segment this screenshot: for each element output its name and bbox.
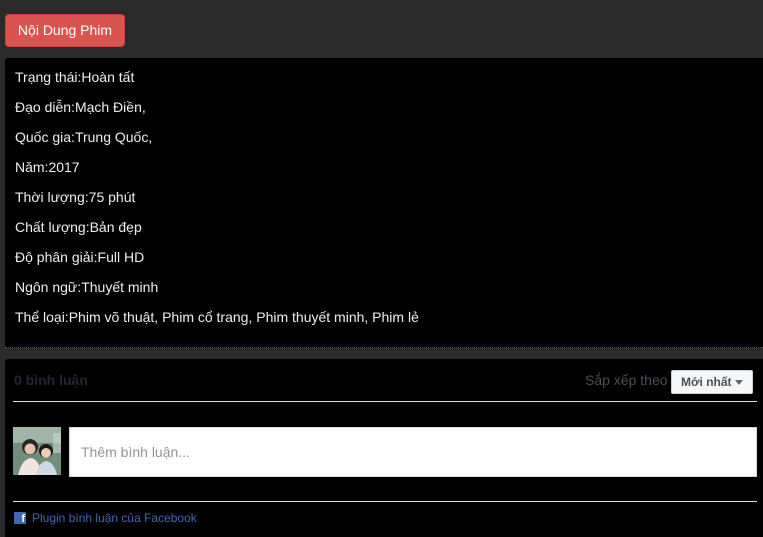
info-value: 75 phút [88, 189, 136, 205]
comment-input[interactable] [69, 427, 757, 477]
info-label: Ngôn ngữ: [15, 279, 82, 295]
divider [13, 501, 757, 502]
movie-info-panel: Trạng thái:Hoàn tất Đạo diễn:Mạch Điền, … [5, 58, 763, 348]
sort-dropdown[interactable]: Mới nhất [671, 370, 753, 394]
avatar [13, 427, 61, 475]
sort-selected-value: Mới nhất [681, 375, 732, 389]
info-label: Trạng thái: [15, 69, 82, 85]
info-quality: Chất lượng:Bản đẹp [15, 219, 142, 235]
info-country: Quốc gia:Trung Quốc, [15, 129, 152, 145]
info-duration: Thời lượng:75 phút [15, 189, 135, 205]
info-genre: Thể loại:Phim võ thuật, Phim cổ trang, P… [15, 309, 419, 325]
info-value: Trung Quốc, [74, 129, 153, 145]
info-value: Full HD [97, 249, 145, 265]
info-status: Trạng thái:Hoàn tất [15, 69, 134, 85]
facebook-comments-box: 0 bình luận Sắp xếp theo Mới nhất f [5, 359, 763, 537]
info-label: Năm: [15, 159, 49, 175]
info-label: Quốc gia: [15, 129, 75, 145]
comment-count: 0 bình luận [14, 372, 88, 388]
info-value: Hoàn tất [81, 69, 135, 85]
sort-label: Sắp xếp theo [585, 372, 668, 388]
movie-page: Nội Dung Phim Trạng thái:Hoàn tất Đạo di… [0, 0, 763, 537]
info-label: Đạo diễn: [15, 99, 75, 115]
info-value: Phim võ thuật, Phim cổ trang, Phim thuyế… [68, 309, 419, 325]
info-label: Thể loại: [15, 309, 69, 325]
info-language: Ngôn ngữ:Thuyết minh [15, 279, 158, 295]
info-value: Mạch Điền, [74, 99, 146, 115]
info-value: 2017 [48, 159, 80, 175]
facebook-icon: f [14, 512, 26, 525]
info-year: Năm:2017 [15, 159, 80, 175]
info-label: Thời lượng: [15, 189, 89, 205]
tab-movie-content[interactable]: Nội Dung Phim [5, 14, 125, 47]
info-label: Độ phân giải: [15, 249, 98, 265]
info-label: Chất lượng: [15, 219, 90, 235]
facebook-plugin-link[interactable]: f Plugin bình luận của Facebook [14, 511, 197, 525]
info-value: Bản đẹp [89, 219, 142, 235]
info-resolution: Độ phân giải:Full HD [15, 249, 144, 265]
info-director: Đạo diễn:Mạch Điền, [15, 99, 146, 115]
chevron-down-icon [735, 380, 743, 385]
divider [13, 401, 757, 402]
info-value: Thuyết minh [81, 279, 159, 295]
plugin-label: Plugin bình luận của Facebook [32, 511, 197, 525]
